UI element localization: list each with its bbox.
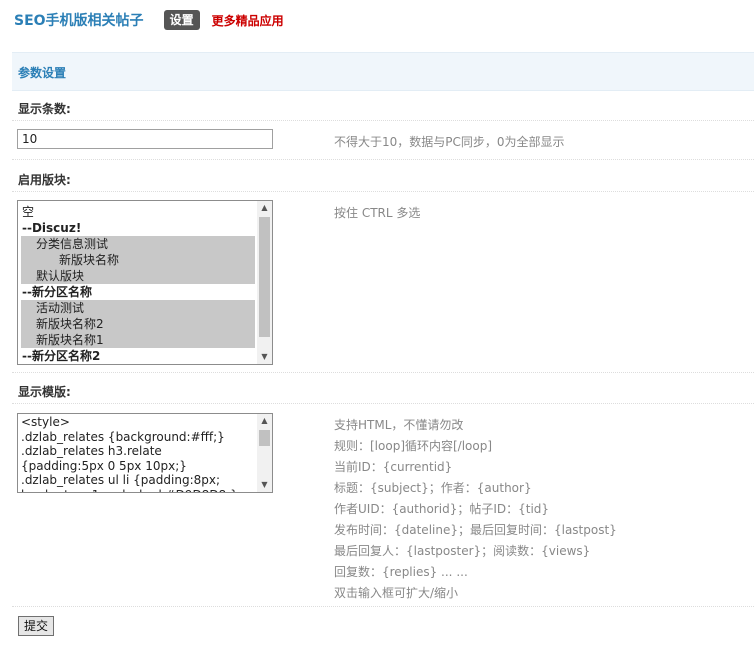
forums-scrollbar[interactable]: ▲ ▼	[257, 201, 272, 364]
template-label: 显示模版:	[18, 385, 71, 399]
divider	[12, 606, 754, 607]
scroll-thumb[interactable]	[259, 217, 270, 337]
forums-multiselect[interactable]: 空 --Discuz! 分类信息测试 新版块名称 默认版块 --新分区名称 活动测试 新版块名…	[17, 200, 273, 365]
divider	[12, 120, 754, 121]
divider	[12, 159, 754, 160]
scroll-down-icon[interactable]: ▼	[257, 350, 272, 364]
template-help-line: 双击输入框可扩大/缩小	[334, 586, 459, 600]
template-help-line: 作者UID：{authorid}；帖子ID：{tid}	[334, 502, 550, 516]
forum-option[interactable]: 新版块名称2	[21, 316, 255, 332]
header: SEO手机版相关帖子 设置 更多精品应用	[14, 8, 284, 32]
scroll-thumb[interactable]	[259, 430, 270, 446]
template-help-line: 发布时间：{dateline}；最后回复时间：{lastpost}	[334, 523, 617, 537]
template-textarea[interactable]: <style> .dzlab_relates {background:#fff;}…	[17, 413, 273, 493]
template-code-line: .dzlab_relates ul li {padding:8px;	[21, 473, 221, 487]
template-code-line: {padding:5px 0 5px 10px;}	[21, 458, 187, 473]
forum-group-item[interactable]: --新分区名称2	[18, 348, 255, 364]
template-help-line: 最后回复人：{lastposter}；阅读数：{views}	[334, 544, 591, 558]
forum-option[interactable]: 新版块名称1	[21, 332, 255, 348]
template-code-line: border-top: 1px dashed #D9D8D8;}	[18, 488, 255, 493]
forum-group-item[interactable]: --Discuz!	[18, 220, 255, 236]
forum-option[interactable]: 分类信息测试	[21, 236, 255, 252]
display-count-hint: 不得大于10，数据与PC同步，0为全部显示	[334, 135, 565, 149]
section-title: 参数设置	[18, 66, 67, 80]
template-scrollbar[interactable]: ▲ ▼	[257, 414, 272, 492]
template-help-line: 支持HTML，不懂请勿改	[334, 418, 464, 432]
divider	[12, 372, 754, 373]
divider	[12, 403, 754, 404]
submit-button[interactable]: 提交	[18, 616, 54, 636]
scroll-up-icon[interactable]: ▲	[257, 201, 272, 215]
display-count-input[interactable]	[17, 129, 273, 149]
app-title: SEO手机版相关帖子	[14, 13, 144, 29]
forums-label: 启用版块:	[18, 173, 71, 187]
more-apps-link[interactable]: 更多精品应用	[212, 12, 284, 29]
template-code-line: .dzlab_relates {background:#fff;}	[21, 429, 225, 444]
forum-option[interactable]: 活动测试	[21, 300, 255, 316]
template-code-line: .dzlab_relates h3.relate	[21, 444, 162, 458]
template-help-line: 标题：{subject}；作者：{author}	[334, 481, 532, 495]
forum-option[interactable]: 空	[18, 204, 255, 220]
template-code-line: <style>	[21, 415, 70, 429]
section-header: 参数设置	[12, 52, 754, 91]
forum-option[interactable]: 新版块名称	[21, 252, 255, 268]
scroll-down-icon[interactable]: ▼	[257, 478, 272, 492]
divider	[12, 191, 754, 192]
forum-option[interactable]: 默认版块	[21, 268, 255, 284]
template-help-line: 回复数：{replies} ... ...	[334, 565, 468, 579]
template-help-line: 规则：[loop]循环内容[/loop]	[334, 439, 493, 453]
forums-hint: 按住 CTRL 多选	[334, 206, 421, 220]
settings-button[interactable]: 设置	[163, 10, 200, 30]
forum-group-item[interactable]: --新分区名称	[18, 284, 255, 300]
template-help-line: 当前ID：{currentid}	[334, 460, 453, 474]
display-count-label: 显示条数:	[18, 102, 71, 116]
scroll-up-icon[interactable]: ▲	[257, 414, 272, 428]
